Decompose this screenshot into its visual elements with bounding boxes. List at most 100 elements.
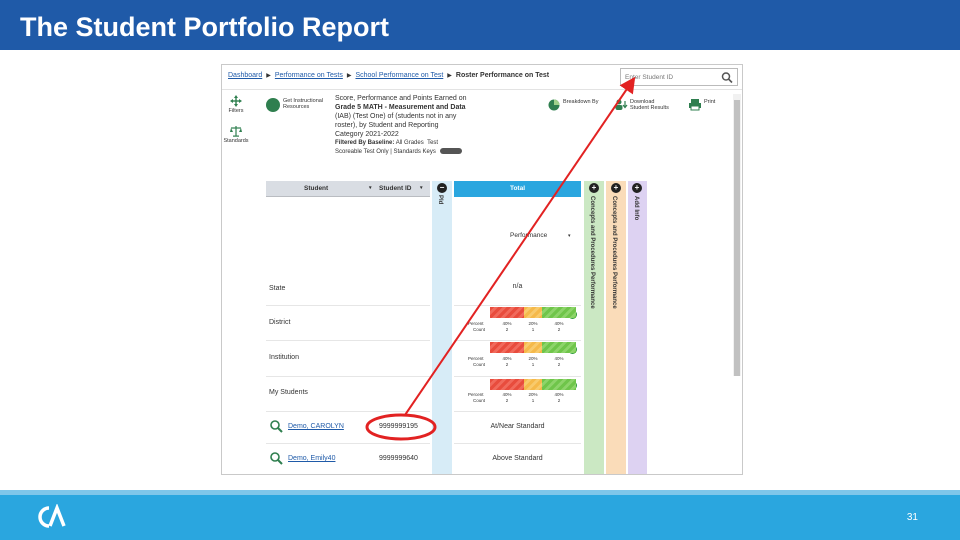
- row-divider: [266, 305, 430, 306]
- row-divider: [454, 305, 581, 306]
- student-id-search-input[interactable]: Enter Student ID: [620, 68, 738, 86]
- download-students-icon: [615, 99, 628, 110]
- scoreable-status: Scoreable Test Only: [335, 149, 389, 155]
- count-above: 2: [557, 362, 561, 367]
- sort-caret-icon[interactable]: ▾: [568, 233, 571, 239]
- search-icon[interactable]: [720, 71, 734, 84]
- printer-icon: [689, 99, 701, 111]
- print-label: Print: [704, 99, 716, 105]
- state-performance-value: n/a: [512, 283, 523, 290]
- performance-distribution-bar: [490, 307, 576, 318]
- portfolio-report-screenshot: Dashboard ▶ Performance on Tests ▶ Schoo…: [221, 64, 743, 475]
- expand-plus-icon[interactable]: +: [589, 183, 599, 193]
- slide-title: The Student Portfolio Report: [20, 12, 389, 42]
- student-performance-value: Above Standard: [492, 455, 543, 462]
- standards-label: Standards: [223, 138, 249, 144]
- reporting-category-column-2[interactable]: + Concepts and Procedures Performance: [606, 181, 626, 474]
- percent-label: Percent: [468, 392, 484, 397]
- ca-logo-icon: [38, 504, 66, 528]
- standards-keys-toggle[interactable]: [439, 148, 462, 155]
- resources-icon: [266, 98, 280, 112]
- breakdown-label: Breakdown By: [563, 99, 599, 105]
- percent-label: Percent: [468, 356, 484, 361]
- breadcrumb-roster-performance: Roster Performance on Test: [455, 72, 550, 79]
- scrollbar-thumb[interactable]: [734, 100, 740, 376]
- expand-plus-icon[interactable]: +: [611, 183, 621, 193]
- percent-above: 40%: [554, 356, 564, 361]
- total-column: Total Performance ▾ n/a i Percent Count …: [454, 181, 581, 474]
- report-description: Score, Performance and Points Earned on …: [335, 94, 495, 157]
- desc-line-4: roster), by Student and Reporting: [335, 122, 439, 129]
- bar-segment-above: [542, 307, 576, 318]
- count-above: 2: [557, 327, 561, 332]
- breadcrumb-school-performance[interactable]: School Performance on Test: [355, 72, 443, 79]
- pie-chart-icon: [548, 99, 560, 111]
- instructional-resources-button[interactable]: Get Instructional Resources: [266, 97, 326, 115]
- filtered-by-label: Filtered By Baseline:: [335, 140, 395, 146]
- bar-segment-near: [524, 379, 542, 390]
- title-bar: The Student Portfolio Report: [0, 0, 960, 50]
- roster-table: Student Student ID ▾ ▾ State District In…: [266, 181, 647, 474]
- total-column-header[interactable]: Total: [454, 181, 581, 197]
- download-results-button[interactable]: Download Student Results: [614, 97, 674, 114]
- bar-segment-near: [524, 307, 542, 318]
- desc-line-1: Score, Performance and Points Earned on: [335, 95, 467, 102]
- count-label: Count: [473, 362, 486, 367]
- chevron-right-icon: ▶: [447, 73, 452, 79]
- standards-keys-label: Standards Keys: [393, 149, 436, 155]
- collapsed-column-label: Pld: [437, 195, 443, 205]
- print-button[interactable]: Print: [688, 97, 718, 114]
- chevron-right-icon: ▶: [346, 73, 352, 79]
- breadcrumb-dashboard[interactable]: Dashboard: [228, 72, 262, 79]
- reporting-category-label-1: Concepts and Procedures Performance: [589, 196, 595, 309]
- row-divider: [266, 411, 430, 412]
- performance-label: Performance: [510, 232, 548, 239]
- row-divider: [454, 443, 581, 444]
- chevron-right-icon: ▶: [266, 73, 271, 79]
- student-performance-value: At/Near Standard: [490, 423, 545, 430]
- sort-caret-icon[interactable]: ▾: [369, 185, 372, 191]
- standards-button[interactable]: Standards: [222, 125, 250, 144]
- total-header-label: Total: [509, 185, 526, 192]
- expand-plus-icon[interactable]: +: [632, 183, 642, 193]
- desc-line-2: Grade 5 MATH - Measurement and Data: [335, 104, 466, 111]
- filters-button[interactable]: Filters: [222, 95, 250, 114]
- slide: The Student Portfolio Report Dashboard ▶…: [0, 0, 960, 540]
- move-arrows-icon: [230, 95, 242, 107]
- breadcrumb-performance-on-tests[interactable]: Performance on Tests: [275, 72, 343, 79]
- student-search-icon[interactable]: [269, 419, 283, 433]
- reporting-category-column-1[interactable]: + Concepts and Procedures Performance: [584, 181, 604, 474]
- reporting-category-label-3: Add Info: [633, 196, 639, 221]
- row-label-district: District: [269, 319, 291, 326]
- row-divider: [266, 443, 430, 444]
- bar-segment-below: [490, 307, 524, 318]
- breakdown-button[interactable]: Breakdown By: [547, 97, 607, 114]
- row-divider: [266, 340, 430, 341]
- student-id-column-header[interactable]: Student ID: [379, 185, 412, 192]
- download-label: Download Student Results: [630, 99, 669, 111]
- row-divider: [266, 376, 430, 377]
- table-row[interactable]: Demo, Emily40 9999999640: [266, 449, 430, 469]
- bar-segment-below: [490, 379, 524, 390]
- student-search-icon[interactable]: [269, 451, 283, 465]
- reporting-category-label-2: Concepts and Procedures Performance: [611, 196, 617, 309]
- row-label-institution: Institution: [269, 354, 299, 361]
- sort-caret-icon[interactable]: ▾: [420, 185, 423, 191]
- search-placeholder: Enter Student ID: [625, 74, 674, 81]
- desc-line-3: (IAB) (Test One) of (students not in any: [335, 113, 457, 120]
- table-row[interactable]: Demo, CAROLYN 9999999195: [266, 417, 430, 437]
- percent-above: 40%: [554, 321, 564, 326]
- vertical-scrollbar[interactable]: [733, 94, 741, 376]
- collapse-minus-icon[interactable]: −: [437, 183, 447, 193]
- table-header-row: Student Student ID ▾ ▾: [266, 181, 430, 197]
- reporting-category-column-3[interactable]: + Add Info: [628, 181, 647, 474]
- desc-line-5: Category 2021-2022: [335, 131, 399, 138]
- header-divider: [222, 89, 742, 90]
- count-label: Count: [473, 398, 486, 403]
- student-column-header[interactable]: Student: [304, 185, 328, 192]
- collapsed-column-pld[interactable]: − Pld: [432, 181, 452, 474]
- filters-label: Filters: [228, 108, 244, 114]
- scales-icon: [230, 126, 242, 137]
- student-name-link[interactable]: Demo, CAROLYN: [288, 423, 344, 430]
- student-name-link[interactable]: Demo, Emily40: [288, 455, 335, 462]
